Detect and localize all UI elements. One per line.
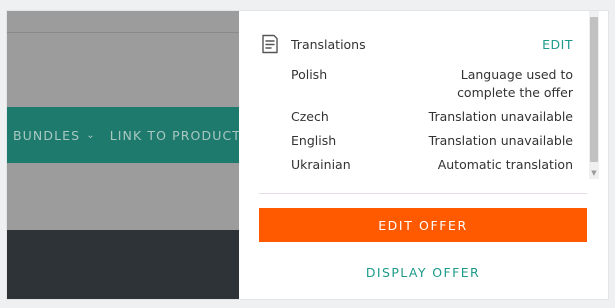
chevron-down-icon: ⌄ <box>86 129 96 141</box>
offer-side-panel: Translations EDIT Polish Language used t… <box>239 11 608 299</box>
background-divider <box>7 32 239 33</box>
document-icon <box>262 34 278 54</box>
language-name: Czech <box>291 109 329 124</box>
background-footer <box>7 230 239 299</box>
translations-edit-link[interactable]: EDIT <box>542 37 573 52</box>
scrollbar-thumb[interactable] <box>590 17 598 162</box>
vertical-scrollbar[interactable]: ▼ <box>589 11 599 179</box>
language-row-czech: Czech Translation unavailable <box>291 108 573 126</box>
background-nav-bar: BUNDLES ⌄ LINK TO PRODUCT <box>7 107 239 163</box>
nav-item-label: BUNDLES <box>13 127 81 143</box>
background-content <box>7 163 239 230</box>
nav-item-link-to-product[interactable]: LINK TO PRODUCT <box>110 128 239 143</box>
panel-divider <box>259 193 587 194</box>
language-row-ukrainian: Ukrainian Automatic translation <box>291 156 573 174</box>
language-status: Automatic translation <box>437 157 573 172</box>
app-frame: BUNDLES ⌄ LINK TO PRODUCT Translations E… <box>6 10 609 300</box>
background-page: BUNDLES ⌄ LINK TO PRODUCT <box>7 11 239 299</box>
scroll-down-arrow-icon[interactable]: ▼ <box>589 167 599 179</box>
translations-scroll-area[interactable]: Translations EDIT Polish Language used t… <box>239 11 589 179</box>
language-name: English <box>291 133 337 148</box>
translations-header: Translations EDIT <box>261 33 573 55</box>
edit-offer-button[interactable]: EDIT OFFER <box>259 208 587 242</box>
language-row-polish: Polish Language used to complete the off… <box>291 66 573 102</box>
language-row-english: English Translation unavailable <box>291 132 573 150</box>
background-header <box>7 11 239 107</box>
language-status: Translation unavailable <box>428 109 573 124</box>
language-name: Polish <box>291 67 328 82</box>
nav-item-label: LINK TO PRODUCT <box>109 127 239 143</box>
nav-item-bundles[interactable]: BUNDLES ⌄ <box>13 128 96 143</box>
language-status: Translation unavailable <box>428 133 573 148</box>
display-offer-button[interactable]: DISPLAY OFFER <box>259 261 587 283</box>
translations-title: Translations <box>291 36 366 52</box>
language-status: Language used to complete the offer <box>457 67 573 100</box>
language-name: Ukrainian <box>291 157 351 172</box>
